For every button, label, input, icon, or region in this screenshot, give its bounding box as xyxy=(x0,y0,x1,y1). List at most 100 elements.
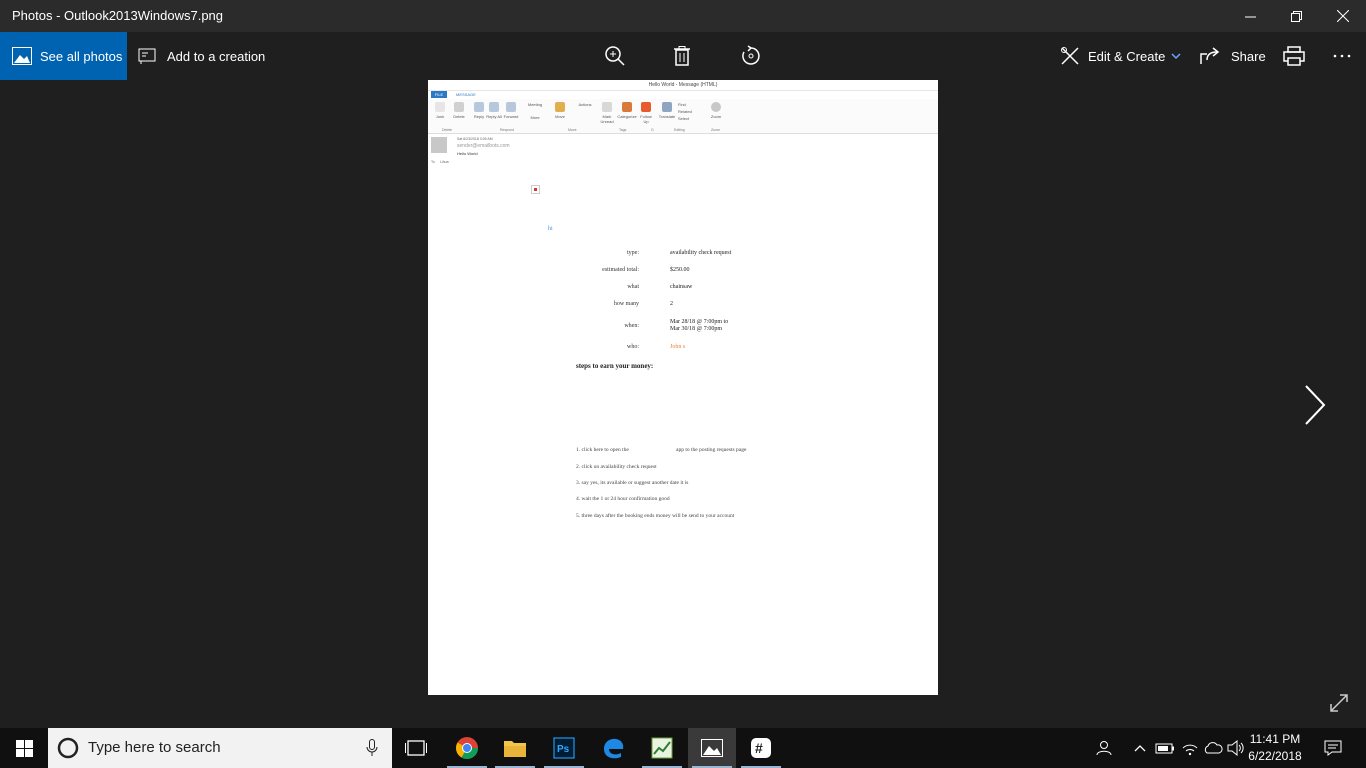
microphone-icon xyxy=(366,739,378,756)
ribbon-follow-up: Follow Up xyxy=(638,102,654,124)
step-3: 3. say yes, its available or suggest ano… xyxy=(576,480,689,486)
cloud-icon xyxy=(1204,742,1223,754)
ribbon-move: Move xyxy=(552,102,568,119)
steps-heading: steps to earn your money: xyxy=(576,362,654,370)
message-from: sender@emailbots.com xyxy=(457,143,510,149)
edit-create-button[interactable]: Edit & Create xyxy=(1060,32,1181,80)
clock-time: 11:41 PM xyxy=(1249,732,1301,746)
ribbon-more: More xyxy=(530,115,540,120)
taskbar: Type here to search Ps # 11:41 PM 6/22/2… xyxy=(0,728,1366,768)
ribbon-group-respond: Respond xyxy=(500,128,515,132)
taskbar-chrome[interactable] xyxy=(443,728,491,768)
chrome-icon xyxy=(456,737,478,759)
broken-image-icon xyxy=(531,185,540,194)
zoom-button[interactable] xyxy=(604,32,626,80)
windows-logo-icon xyxy=(15,739,33,757)
field-value-how-many: 2 xyxy=(670,301,673,307)
taskbar-app-chart[interactable] xyxy=(638,728,686,768)
window-title: Photos - Outlook2013Windows7.png xyxy=(12,8,224,23)
outlook-window-title: Hello World - Message (HTML) xyxy=(648,82,718,88)
next-image-button[interactable] xyxy=(1300,380,1330,430)
taskbar-clock[interactable]: 11:41 PM 6/22/2018 xyxy=(1244,731,1306,765)
field-value-when-start: Mar 28/18 @ 7:00pm to xyxy=(670,319,729,325)
more-icon xyxy=(1333,54,1351,58)
see-all-photos-button[interactable]: See all photos xyxy=(0,32,127,80)
ribbon-group-g: G xyxy=(651,128,654,132)
field-value-who: John s xyxy=(670,344,686,350)
taskbar-search[interactable]: Type here to search xyxy=(48,728,392,768)
photo-viewer: Hello World - Message (HTML) FILE MESSAG… xyxy=(0,80,1366,728)
step-1: 1. click here to open the xyxy=(576,447,629,453)
speaker-icon xyxy=(1227,740,1244,756)
ribbon-mark-unread: Mark Unread xyxy=(599,102,615,124)
field-label-total: estimated total: xyxy=(602,267,639,273)
close-button[interactable] xyxy=(1320,0,1366,32)
ribbon-reply: Reply xyxy=(471,102,487,119)
task-view-icon xyxy=(405,740,427,756)
close-icon xyxy=(1337,10,1349,22)
ribbon-categorize: Categorize xyxy=(617,102,637,119)
ribbon-group-move: Move xyxy=(568,128,577,132)
action-center-button[interactable] xyxy=(1320,728,1346,768)
ribbon-junk: Junk xyxy=(432,102,448,119)
photos-app-icon xyxy=(701,739,723,757)
minimize-icon xyxy=(1244,16,1256,17)
delete-button[interactable] xyxy=(672,32,692,80)
message-to-label: To xyxy=(431,160,435,164)
edit-create-label: Edit & Create xyxy=(1088,48,1166,64)
outlook-tabs: FILE MESSAGE xyxy=(428,90,938,99)
printer-icon xyxy=(1283,46,1305,66)
zoom-in-icon xyxy=(605,46,625,66)
field-label-how-many: how many xyxy=(613,301,639,307)
battery-icon xyxy=(1155,743,1174,754)
taskbar-file-explorer[interactable] xyxy=(491,728,539,768)
restore-button[interactable] xyxy=(1273,0,1319,32)
tab-message: MESSAGE xyxy=(456,92,476,97)
start-button[interactable] xyxy=(0,728,48,768)
battery-button[interactable] xyxy=(1154,728,1176,768)
ribbon-forward: Forward xyxy=(503,102,519,119)
ribbon-reply-all: Reply All xyxy=(486,102,502,119)
see-all-photos-label: See all photos xyxy=(40,48,123,64)
displayed-image: Hello World - Message (HTML) FILE MESSAG… xyxy=(428,80,938,695)
people-button[interactable] xyxy=(1094,728,1116,768)
ribbon-group-editing: Editing xyxy=(674,128,685,132)
chevron-right-icon xyxy=(1305,385,1326,425)
ribbon-translate: Translate xyxy=(657,102,677,119)
taskbar-slack[interactable]: # xyxy=(737,728,785,768)
message-subject: Hello World xyxy=(457,151,478,156)
taskbar-photos[interactable] xyxy=(688,728,736,768)
chevron-down-icon xyxy=(1171,53,1181,60)
more-button[interactable] xyxy=(1332,32,1352,80)
minimize-button[interactable] xyxy=(1227,0,1273,32)
svg-text:#: # xyxy=(755,740,763,756)
field-value-when-end: Mar 30/18 @ 7:00pm xyxy=(670,326,723,332)
ribbon-zoom: Zoom xyxy=(708,102,724,119)
clock-date: 6/22/2018 xyxy=(1248,749,1302,763)
network-button[interactable] xyxy=(1179,728,1201,768)
step-5: 5. three days after the booking ends mon… xyxy=(576,513,735,519)
svg-text:Ps: Ps xyxy=(557,744,570,755)
show-hidden-icons-button[interactable] xyxy=(1130,728,1150,768)
ribbon-group-tags: Tags xyxy=(619,128,627,132)
onedrive-button[interactable] xyxy=(1202,728,1224,768)
ribbon-group-delete: Delete xyxy=(442,128,453,132)
share-label: Share xyxy=(1231,48,1266,64)
trash-icon xyxy=(674,46,690,66)
photoshop-icon: Ps xyxy=(553,737,575,759)
taskbar-edge[interactable] xyxy=(589,728,637,768)
full-screen-button[interactable] xyxy=(1326,690,1352,716)
ribbon-meeting: Meeting xyxy=(527,102,543,107)
wifi-icon xyxy=(1182,744,1198,756)
message-to-value: Lihua xyxy=(440,160,449,164)
message-date: Sat 6/23/2018 3:09 AM xyxy=(457,137,493,141)
people-icon xyxy=(1096,741,1112,756)
ribbon-select: Select xyxy=(678,116,690,121)
add-to-creation-button[interactable]: Add to a creation xyxy=(138,32,265,80)
share-button[interactable]: Share xyxy=(1199,32,1266,80)
task-view-button[interactable] xyxy=(392,728,440,768)
taskbar-photoshop[interactable]: Ps xyxy=(540,728,588,768)
add-creation-icon xyxy=(138,48,156,64)
print-button[interactable] xyxy=(1283,32,1305,80)
rotate-button[interactable] xyxy=(740,32,762,80)
